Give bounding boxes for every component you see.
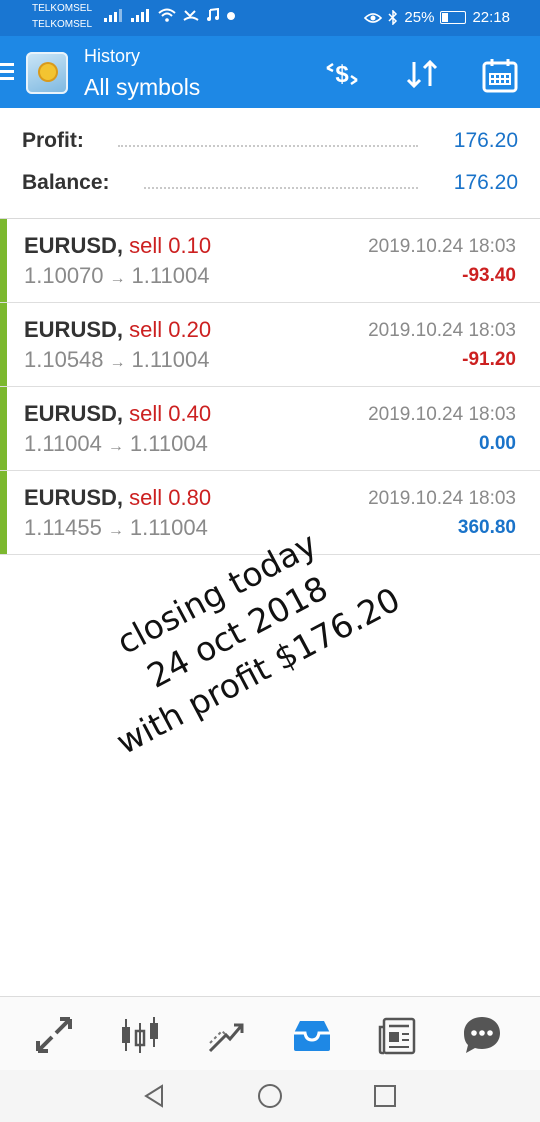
clock: 22:18 (472, 9, 510, 26)
eye-icon (364, 12, 383, 23)
menu-icon[interactable] (0, 63, 14, 81)
calendar-icon[interactable] (480, 58, 520, 93)
open-price: 1.10548 (24, 347, 104, 372)
status-icons (104, 7, 236, 25)
dotted-leader (118, 145, 418, 147)
deal-time: 2019.10.24 18:03 (368, 488, 516, 509)
deals-list: EURUSD, sell 0.10 1.10070 → 1.11004 2019.1… (0, 219, 540, 555)
deal-indicator (0, 303, 7, 386)
close-price: 1.11004 (131, 347, 210, 372)
deal-symbol: EURUSD, (24, 233, 124, 258)
arrow-icon: → (109, 270, 126, 287)
deal-profit: -91.20 (462, 349, 516, 370)
home-icon[interactable] (256, 1082, 284, 1110)
history-summary: Profit: 176.20 Balance: 176.20 (0, 108, 540, 219)
deal-time: 2019.10.24 18:03 (368, 320, 516, 341)
header-subtitle: History (84, 46, 141, 66)
balance-label: Balance: (22, 171, 110, 194)
close-price: 1.11004 (131, 263, 210, 288)
arrow-icon: → (107, 522, 124, 539)
dotted-leader (144, 187, 418, 189)
carrier-label: TELKOMSEL (32, 3, 93, 14)
bluetooth-icon (388, 10, 398, 25)
deal-side: sell 0.40 (129, 401, 212, 426)
app-bar: History All symbols $ (0, 36, 540, 108)
status-bar: TELKOMSEL TELKOMSEL 25% 22:18 (0, 0, 540, 36)
close-price: 1.11004 (129, 431, 208, 456)
deal-indicator (0, 219, 7, 302)
chart-icon[interactable] (118, 1013, 162, 1057)
deal-symbol: EURUSD, (24, 401, 124, 426)
back-icon[interactable] (140, 1082, 168, 1110)
bottom-nav (0, 996, 540, 1071)
battery-percent: 25% (404, 9, 435, 26)
carrier-label-2: TELKOMSEL (32, 19, 93, 30)
balance-row: Balance: 176.20 (22, 171, 518, 201)
deal-symbol: EURUSD, (24, 485, 124, 510)
music-icon (206, 7, 219, 21)
quotes-icon[interactable] (32, 1013, 76, 1057)
open-price: 1.10070 (24, 263, 104, 288)
deal-symbol: EURUSD, (24, 317, 124, 342)
deal-time: 2019.10.24 18:03 (368, 236, 516, 257)
deal-profit: 0.00 (479, 433, 516, 454)
history-icon[interactable] (290, 1013, 334, 1057)
deal-profit: -93.40 (462, 265, 516, 286)
profit-label: Profit: (22, 129, 84, 152)
deal-row[interactable]: EURUSD, sell 0.40 1.11004 → 1.11004 2019.1… (0, 387, 540, 471)
open-price: 1.11004 (24, 431, 102, 456)
deal-indicator (0, 387, 7, 470)
deal-row[interactable]: EURUSD, sell 0.20 1.10548 → 1.11004 2019.1… (0, 303, 540, 387)
deal-side: sell 0.80 (129, 485, 212, 510)
system-nav-bar (0, 1070, 540, 1122)
deal-profit: 360.80 (457, 517, 516, 538)
trade-icon[interactable] (204, 1013, 248, 1057)
news-icon[interactable] (376, 1013, 420, 1057)
open-price: 1.11455 (24, 515, 102, 540)
deal-indicator (0, 471, 7, 554)
app-logo[interactable] (26, 52, 68, 94)
arrow-icon: → (107, 438, 124, 455)
recents-icon[interactable] (371, 1082, 399, 1110)
page-title[interactable]: All symbols (84, 74, 200, 101)
deal-time: 2019.10.24 18:03 (368, 404, 516, 425)
signal-icon-2 (130, 9, 149, 22)
sort-icon[interactable] (402, 58, 442, 90)
wifi-icon (158, 8, 176, 22)
balance-value: 176.20 (453, 171, 518, 194)
deposit-withdraw-icon[interactable]: $ (322, 58, 362, 90)
chat-icon[interactable] (460, 1013, 504, 1057)
svg-text:$: $ (335, 61, 349, 88)
arrow-icon: → (109, 354, 126, 371)
deal-row[interactable]: EURUSD, sell 0.10 1.10070 → 1.11004 2019.1… (0, 219, 540, 303)
deal-side: sell 0.10 (129, 233, 212, 258)
notification-dot-icon (227, 12, 236, 20)
missed-call-icon (183, 10, 199, 21)
battery-icon (440, 11, 467, 24)
close-price: 1.11004 (129, 515, 208, 540)
profit-row: Profit: 176.20 (22, 129, 518, 159)
profit-value: 176.20 (453, 129, 518, 152)
signal-icon (104, 9, 122, 22)
deal-side: sell 0.20 (129, 317, 212, 342)
